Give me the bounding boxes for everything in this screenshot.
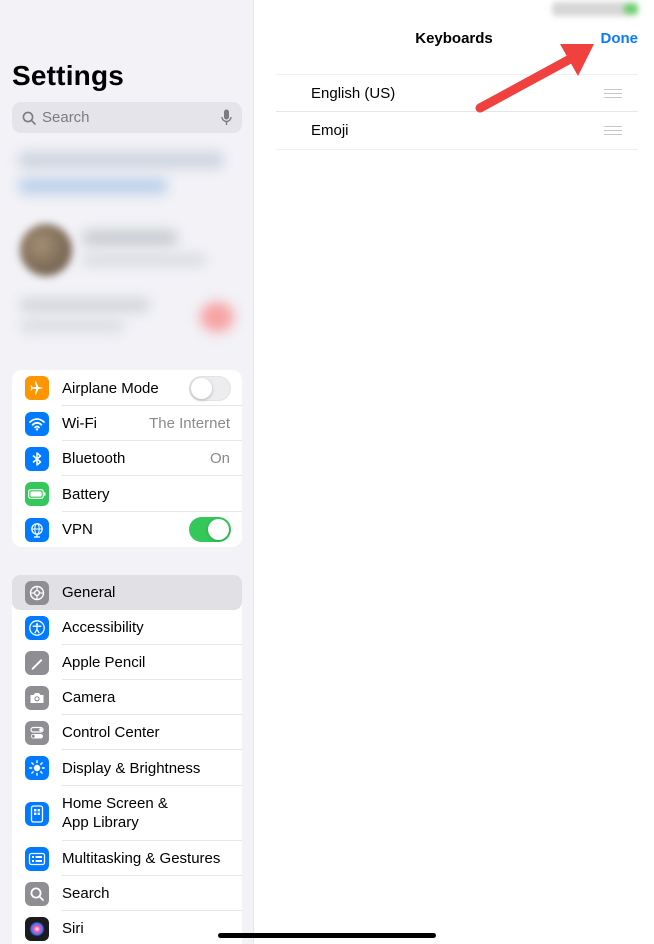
- control-center-icon: [25, 720, 49, 745]
- sidebar-item-label: Display & Brightness: [62, 759, 201, 777]
- sidebar-item-accessibility[interactable]: Accessibility: [12, 610, 242, 645]
- sidebar-item-search[interactable]: Search: [12, 876, 242, 911]
- keyboard-label: English (US): [311, 84, 396, 102]
- sidebar-item-airplane-mode[interactable]: Airplane Mode: [12, 370, 242, 406]
- microphone-icon[interactable]: [221, 109, 232, 126]
- avatar[interactable]: [20, 224, 72, 276]
- multitasking-icon: [25, 846, 49, 871]
- page-title: Settings: [12, 60, 125, 91]
- sidebar-item-label: Siri: [62, 920, 84, 937]
- globe-icon: [25, 517, 49, 542]
- sidebar-item-camera[interactable]: Camera: [12, 680, 242, 715]
- sidebar-item-label: Accessibility: [62, 619, 144, 636]
- sidebar-item-label: Battery: [62, 485, 110, 503]
- bluetooth-icon: [25, 446, 49, 471]
- sidebar-item-label-line-2: App Library: [62, 814, 139, 831]
- vpn-toggle[interactable]: [189, 517, 231, 542]
- search-bar[interactable]: [12, 102, 242, 133]
- sidebar-item-label: Home Screen & App Library: [62, 794, 168, 832]
- camera-icon: [25, 685, 49, 710]
- general-group: General Accessibility Apple Pencil Camer…: [12, 575, 242, 944]
- sidebar-item-label: Apple Pencil: [62, 654, 146, 671]
- settings-sidebar: Settings Airplane Mode Wi-Fi The Interne…: [0, 0, 254, 944]
- sidebar-item-display-brightness[interactable]: Display & Brightness: [12, 750, 242, 786]
- home-screen-icon: [25, 801, 49, 826]
- blurred-account-name: [82, 230, 178, 246]
- status-bar-indicators: [552, 2, 638, 16]
- sidebar-item-label: Camera: [62, 689, 116, 706]
- sidebar-item-vpn[interactable]: VPN: [12, 512, 242, 547]
- sidebar-item-label: Control Center: [62, 724, 160, 741]
- search-input[interactable]: [42, 109, 192, 126]
- blurred-promo-text-2: [20, 320, 124, 332]
- sidebar-item-label: Search: [62, 885, 110, 902]
- annotation-arrow-icon: [475, 44, 594, 113]
- sidebar-item-bluetooth[interactable]: Bluetooth On: [12, 441, 242, 476]
- sidebar-item-label: General: [62, 584, 116, 601]
- sidebar-item-label: Wi-Fi: [62, 415, 97, 432]
- sun-icon: [25, 756, 49, 780]
- reorder-handle-icon[interactable]: [604, 88, 622, 98]
- gear-icon: [25, 580, 49, 605]
- accessibility-icon: [25, 615, 49, 640]
- sidebar-item-siri[interactable]: Siri: [12, 911, 242, 944]
- sidebar-item-battery[interactable]: Battery: [12, 476, 242, 512]
- pencil-icon: [25, 650, 49, 675]
- sidebar-item-label: Multitasking & Gestures: [62, 850, 221, 867]
- reorder-handle-icon[interactable]: [604, 126, 622, 135]
- airplane-mode-toggle[interactable]: [189, 375, 231, 401]
- sidebar-item-wifi[interactable]: Wi-Fi The Internet: [12, 406, 242, 441]
- sidebar-item-multitasking-gestures[interactable]: Multitasking & Gestures: [12, 841, 242, 876]
- blurred-promo-text: [20, 298, 150, 312]
- sidebar-item-apple-pencil[interactable]: Apple Pencil: [12, 645, 242, 680]
- blurred-account-subtitle: [82, 254, 206, 266]
- wifi-network-value: The Internet: [149, 415, 230, 432]
- sidebar-item-label: Airplane Mode: [62, 379, 159, 397]
- siri-icon: [25, 916, 49, 941]
- connectivity-group: Airplane Mode Wi-Fi The Internet Bluetoo…: [12, 370, 242, 547]
- sidebar-item-label-line-1: Home Screen &: [62, 795, 168, 812]
- search-icon: [25, 881, 49, 906]
- keyboard-label: Emoji: [311, 122, 349, 139]
- done-button[interactable]: Done: [601, 30, 639, 47]
- sidebar-item-label: Bluetooth: [62, 450, 126, 467]
- battery-icon: [25, 482, 49, 506]
- blurred-badge: [200, 302, 234, 332]
- bluetooth-status-value: On: [209, 450, 230, 467]
- sidebar-item-home-screen-app-library[interactable]: Home Screen & App Library: [12, 786, 242, 841]
- sidebar-item-control-center[interactable]: Control Center: [12, 715, 242, 750]
- search-icon: [22, 111, 36, 125]
- airplane-icon: [25, 376, 49, 400]
- blurred-banner-link: [18, 178, 168, 194]
- sidebar-item-label: VPN: [62, 521, 93, 538]
- wifi-icon: [25, 411, 49, 436]
- sidebar-item-general[interactable]: General: [12, 575, 242, 610]
- home-indicator[interactable]: [218, 933, 436, 938]
- blurred-banner: [18, 152, 224, 168]
